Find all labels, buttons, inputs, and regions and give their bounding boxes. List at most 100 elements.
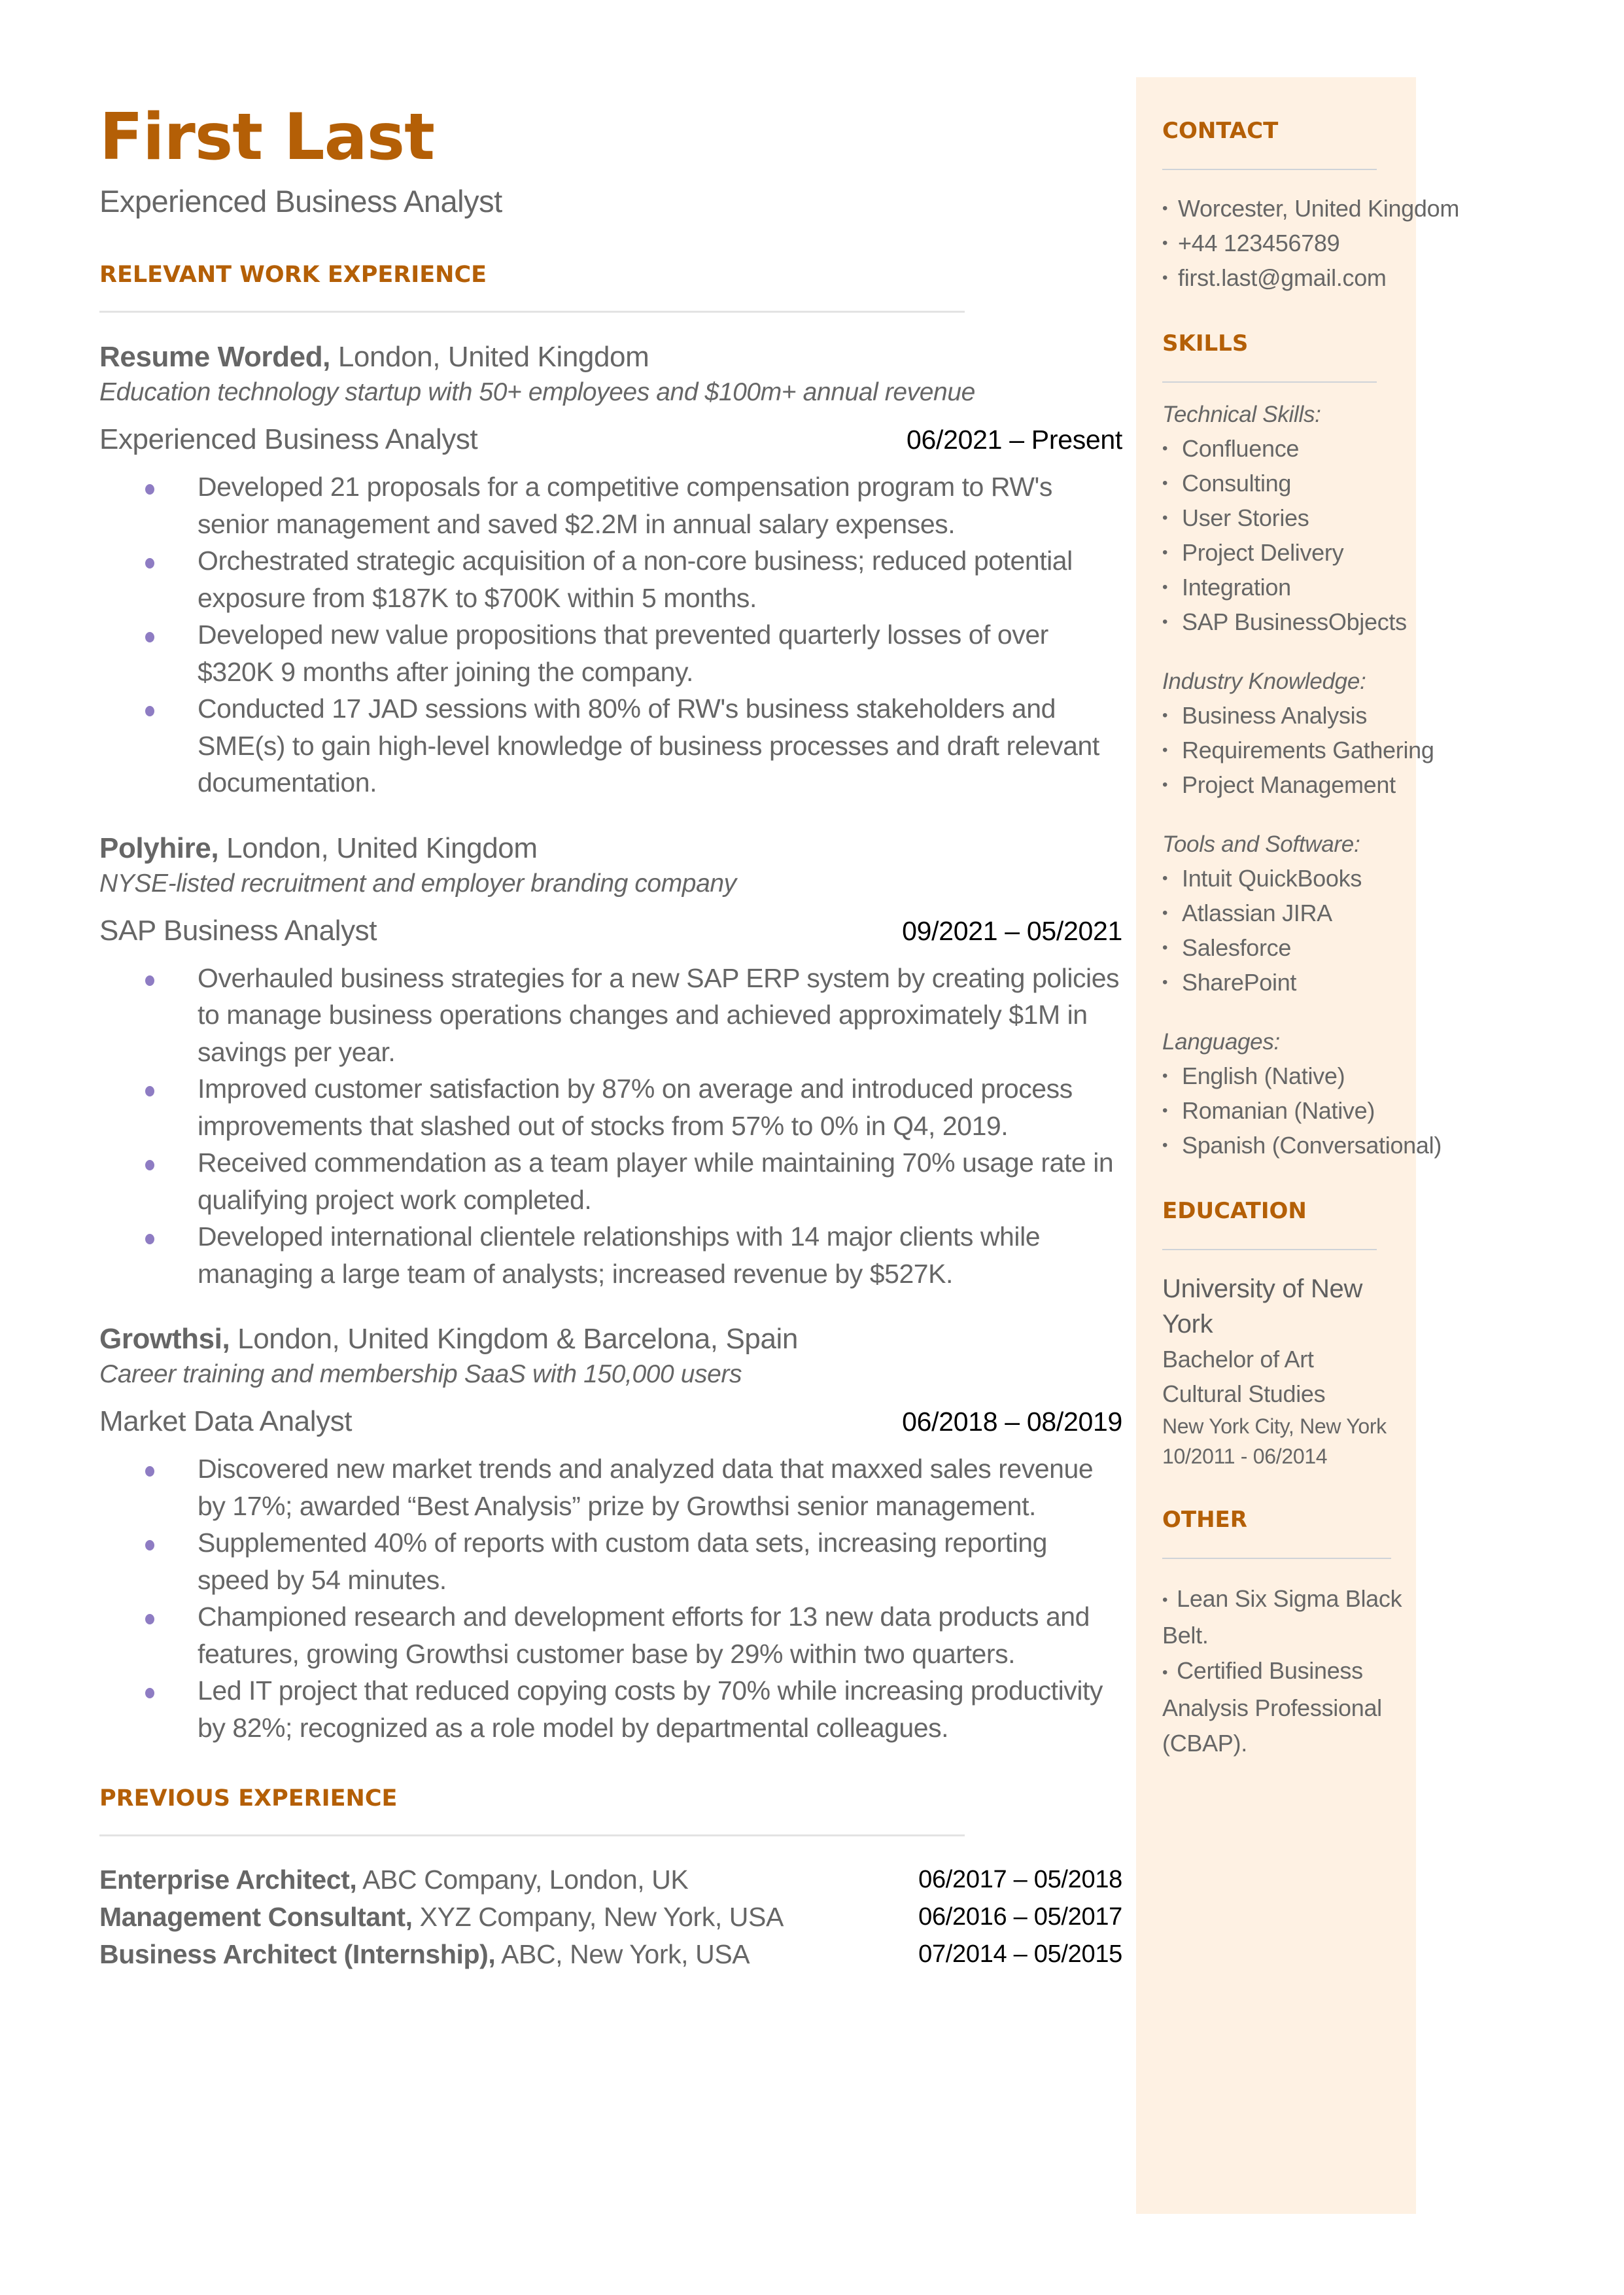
previous-dates: 06/2016 – 05/2017 [918, 1903, 1122, 1931]
skills-group: Languages: English (Native)Romanian (Nati… [1162, 1026, 1442, 1163]
education-field: Cultural Studies [1162, 1380, 1326, 1407]
bullet-item: Overhauled business strategies for a new… [145, 960, 1122, 1071]
other-heading: OTHER [1162, 1507, 1247, 1533]
contact-item: Worcester, United Kingdom [1162, 191, 1459, 226]
skill-item: Salesforce [1162, 930, 1404, 965]
previous-role: Enterprise Architect, [99, 1865, 357, 1895]
skills-heading: SKILLS [1162, 330, 1249, 357]
skills-list: ConfluenceConsultingUser StoriesProject … [1162, 431, 1407, 639]
skill-item: Spanish (Conversational) [1162, 1128, 1442, 1163]
section-divider [99, 1834, 965, 1836]
other-item: • Lean Six Sigma Black Belt. [1162, 1581, 1404, 1653]
section-divider [1162, 381, 1377, 383]
skill-item: English (Native) [1162, 1059, 1404, 1093]
previous-dates: 06/2017 – 05/2018 [918, 1866, 1122, 1893]
contact-item: +44 123456789 [1162, 226, 1404, 260]
job-role: Experienced Business Analyst [99, 423, 478, 455]
other-item-text: Certified Business Analysis Professional… [1162, 1657, 1382, 1757]
job-dates: 09/2021 – 05/2021 [902, 915, 1122, 946]
previous-role-line: Management Consultant, XYZ Company, New … [99, 1899, 784, 1936]
skills-category: Languages: [1162, 1029, 1280, 1055]
job-entry: Polyhire, London, United Kingdom NYSE-lis… [99, 830, 1122, 1293]
skills-group: Technical Skills: ConfluenceConsultingUse… [1162, 398, 1407, 639]
job-dates: 06/2021 – Present [907, 425, 1122, 455]
education-dates: 10/2011 - 06/2014 [1162, 1445, 1328, 1468]
section-divider [1162, 1558, 1391, 1559]
bullet-item: Orchestrated strategic acquisition of a … [145, 542, 1122, 616]
other-list: • Lean Six Sigma Black Belt. • Certified Bu… [1162, 1581, 1404, 1761]
company-name: Resume Worded, [99, 341, 330, 373]
sidebar: CONTACT Worcester, United Kingdom+44 123… [1136, 77, 1459, 2214]
company-location: London, United Kingdom [218, 832, 538, 864]
role-row: SAP Business Analyst 09/2021 – 05/2021 [99, 913, 1122, 949]
other-item: • Certified Business Analysis Professiona… [1162, 1653, 1404, 1761]
education-degree: Bachelor of Art [1162, 1346, 1314, 1373]
job-bullets: Developed 21 proposals for a competitive… [99, 468, 1122, 801]
skill-item: SharePoint [1162, 965, 1404, 1000]
previous-role: Management Consultant, [99, 1902, 413, 1932]
skills-group: Industry Knowledge: Business AnalysisRequ… [1162, 665, 1434, 802]
bullet-item: Supplemented 40% of reports with custom … [145, 1524, 1122, 1598]
skill-item: SAP BusinessObjects [1162, 604, 1407, 639]
company-name: Growthsi, [99, 1323, 230, 1355]
previous-role-line: Business Architect (Internship), ABC, Ne… [99, 1936, 750, 1973]
company-name: Polyhire, [99, 832, 219, 864]
skill-item: Intuit QuickBooks [1162, 861, 1404, 896]
skill-item: Confluence [1162, 431, 1404, 466]
bullet-item: Developed international clientele relati… [145, 1218, 1122, 1292]
skill-item: User Stories [1162, 500, 1404, 535]
job-role: SAP Business Analyst [99, 914, 377, 947]
bullet-item: Received commendation as a team player w… [145, 1144, 1122, 1218]
bullet-icon: • [1162, 1591, 1168, 1609]
company-location: London, United Kingdom & Barcelona, Spai… [230, 1323, 798, 1355]
previous-experience-list: Enterprise Architect, ABC Company, Londo… [99, 1861, 1122, 1973]
job-entry: Growthsi, London, United Kingdom & Barce… [99, 1321, 1122, 1746]
bullet-item: Championed research and development effo… [145, 1598, 1122, 1672]
role-row: Market Data Analyst 06/2018 – 08/2019 [99, 1403, 1122, 1440]
job-role: Market Data Analyst [99, 1405, 353, 1437]
skills-group: Tools and Software: Intuit QuickBooksAtla… [1162, 828, 1404, 1000]
skills-category: Tools and Software: [1162, 832, 1360, 857]
role-row: Experienced Business Analyst 06/2021 – Pr… [99, 421, 1122, 458]
bullet-item: Conducted 17 JAD sessions with 80% of RW… [145, 690, 1122, 801]
company-line: Growthsi, London, United Kingdom & Barce… [99, 1321, 1122, 1358]
bullet-item: Discovered new market trends and analyze… [145, 1450, 1122, 1524]
candidate-name: First Last [99, 100, 435, 175]
skills-groups: Technical Skills: ConfluenceConsultingUse… [1162, 398, 1442, 1163]
work-experience-heading: RELEVANT WORK EXPERIENCE [99, 262, 487, 288]
company-location: London, United Kingdom [330, 341, 649, 373]
bullet-item: Improved customer satisfaction by 87% on… [145, 1070, 1122, 1144]
candidate-title: Experienced Business Analyst [99, 184, 502, 219]
company-description: Education technology startup with 50+ em… [99, 378, 975, 406]
bullet-item: Led IT project that reduced copying cost… [145, 1672, 1122, 1746]
company-description: Career training and membership SaaS with… [99, 1360, 742, 1388]
previous-role-line: Enterprise Architect, ABC Company, Londo… [99, 1861, 689, 1899]
skills-category: Technical Skills: [1162, 402, 1321, 427]
education-school: University of New York [1162, 1274, 1363, 1339]
previous-role: Business Architect (Internship), [99, 1939, 496, 1969]
education-heading: EDUCATION [1162, 1198, 1307, 1224]
bullet-icon: • [1162, 1663, 1168, 1681]
company-line: Resume Worded, London, United Kingdom [99, 339, 1122, 376]
skill-item: Project Management [1162, 767, 1404, 802]
skill-item: Integration [1162, 570, 1404, 604]
section-divider [1162, 1249, 1377, 1250]
skills-list: Intuit QuickBooksAtlassian JIRASalesforc… [1162, 861, 1404, 1000]
company-line: Polyhire, London, United Kingdom [99, 830, 1122, 867]
job-dates: 06/2018 – 08/2019 [902, 1407, 1122, 1437]
job-bullets: Discovered new market trends and analyze… [99, 1450, 1122, 1746]
company-description: NYSE-listed recruitment and employer bra… [99, 869, 736, 898]
bullet-item: Developed 21 proposals for a competitive… [145, 468, 1122, 542]
job-list: Resume Worded, London, United Kingdom Edu… [99, 339, 1122, 1746]
job-entry: Resume Worded, London, United Kingdom Edu… [99, 339, 1122, 801]
contact-heading: CONTACT [1162, 118, 1279, 144]
skill-item: Atlassian JIRA [1162, 896, 1404, 930]
previous-experience-heading: PREVIOUS EXPERIENCE [99, 1785, 398, 1812]
skill-item: Consulting [1162, 466, 1404, 500]
other-item-text: Lean Six Sigma Black Belt. [1162, 1585, 1402, 1649]
previous-experience-row: Enterprise Architect, ABC Company, Londo… [99, 1861, 1122, 1899]
skill-item: Project Delivery [1162, 535, 1404, 570]
skills-list: English (Native)Romanian (Native)Spanish… [1162, 1059, 1442, 1163]
section-divider [99, 311, 965, 313]
previous-org: ABC, New York, USA [495, 1939, 750, 1969]
